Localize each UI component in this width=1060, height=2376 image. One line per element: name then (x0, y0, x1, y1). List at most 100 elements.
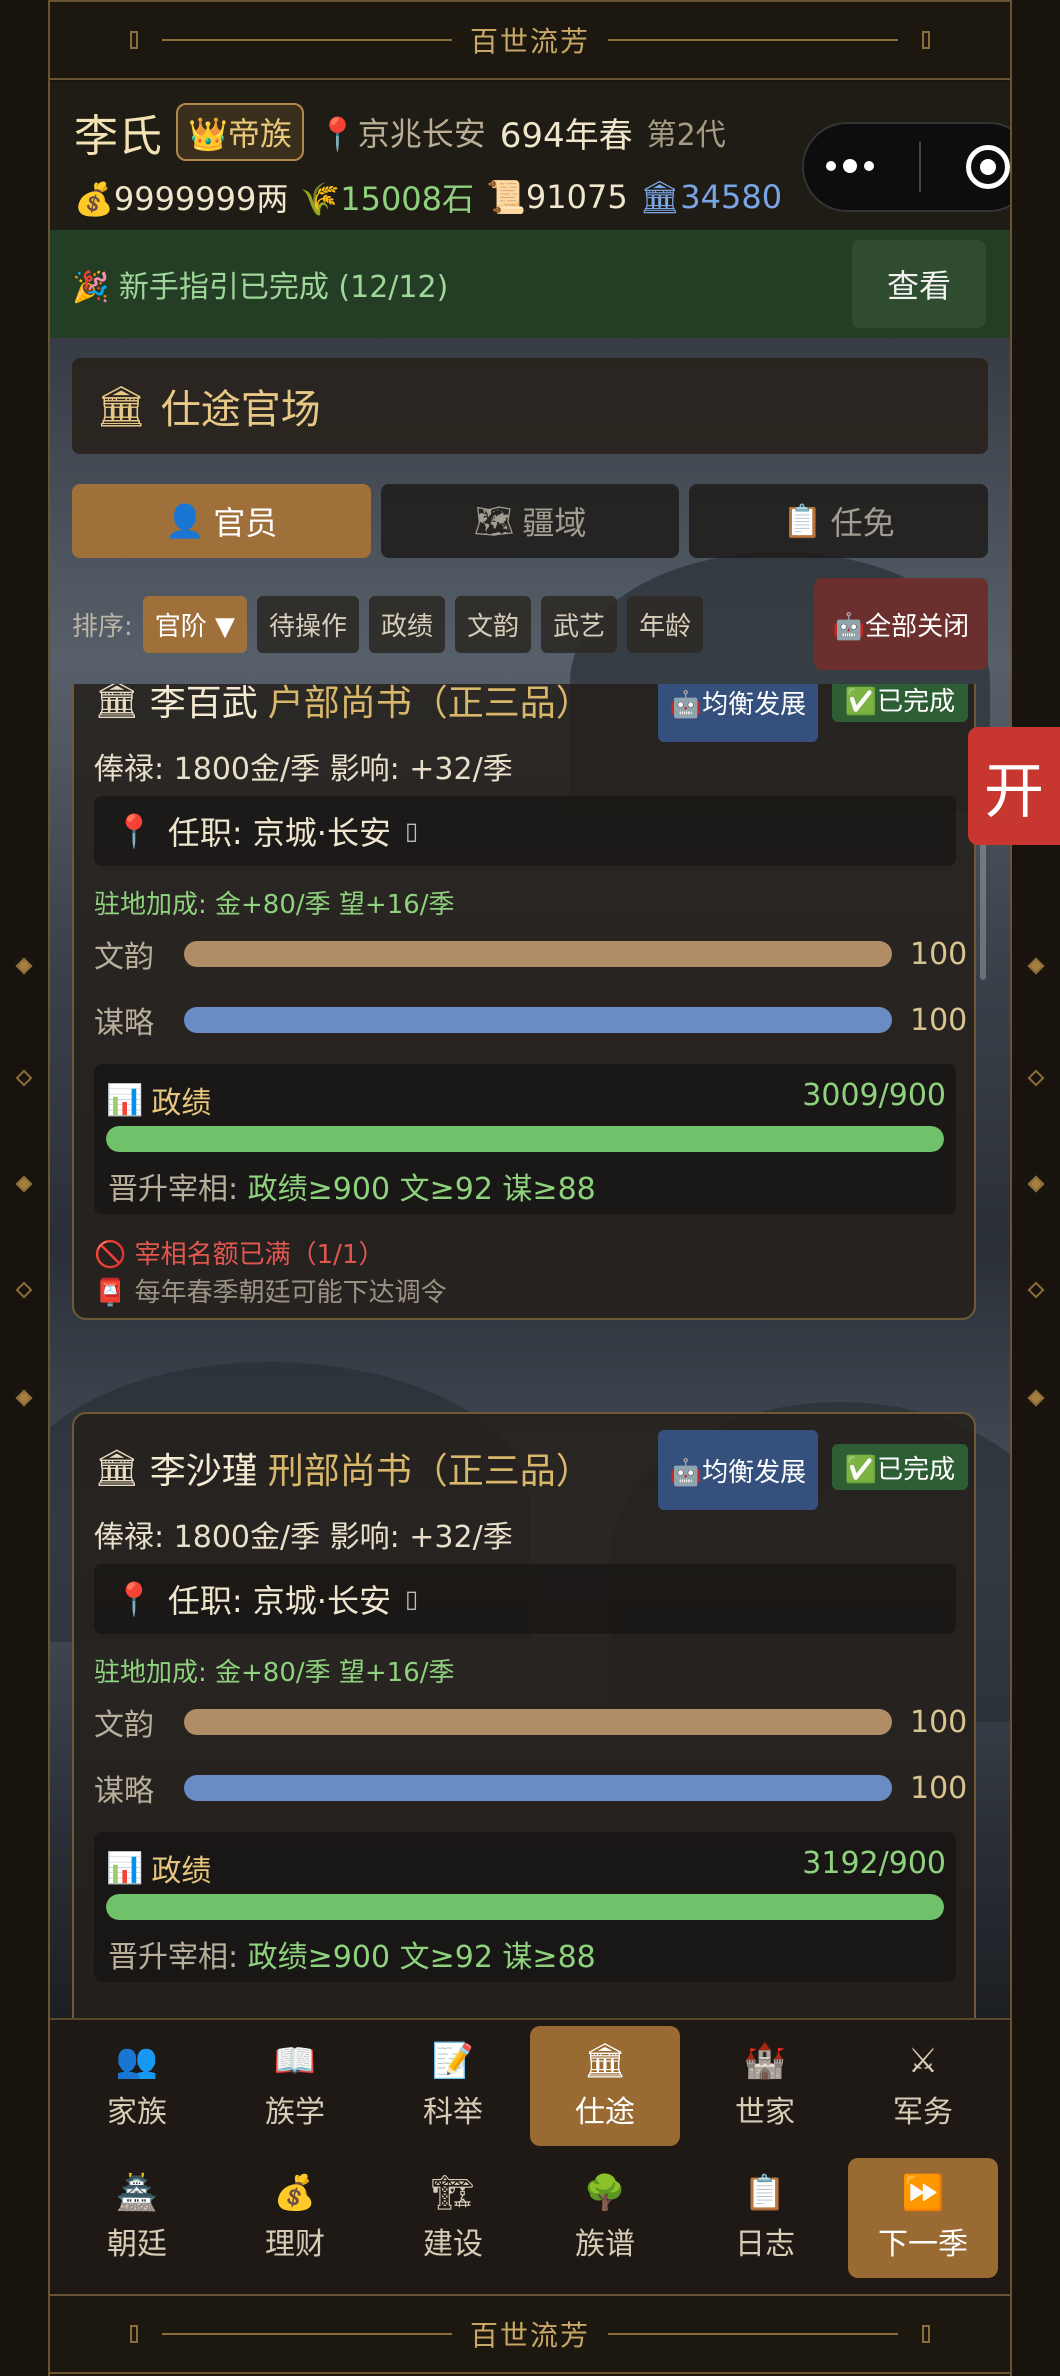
location: 📍京兆长安 (317, 115, 486, 153)
sort-literary[interactable]: 文韵 (455, 596, 532, 653)
tab-bar: 👤 官员 🗺 疆域 📋 任免 (72, 484, 989, 558)
section-title: 仕途官场 (160, 387, 321, 433)
prestige: 🏛34580 (639, 178, 783, 216)
strategy-tag[interactable]: 🤖均衡发展 (658, 1430, 818, 1510)
official-name: 李百武 (149, 684, 258, 724)
tab-territory[interactable]: 🗺 疆域 (380, 484, 680, 558)
official-card: 🏛 李百武 户部尚书（正三品） 🤖均衡发展 ✅已完成 俸禄: 1800金/季 影响:… (72, 684, 976, 1320)
app-frame: 百世流芳 李氏 👑帝族 📍京兆长安 694年春 第2代 💰9999999两 🌾1… (0, 0, 1060, 2376)
bottom-nav: 👥 家族 📖 族学 📝 科举 🏛 仕途 🏰 世家 ⚔ 军务 🏯 朝廷 💰 理财 🏗 建设 🌳 族谱 … (50, 2018, 1010, 2294)
nav-finance[interactable]: 💰 理财 (220, 2158, 370, 2278)
sort-performance[interactable]: 政绩 (369, 596, 446, 653)
person-icon: 👤 (165, 502, 206, 540)
nav-build[interactable]: 🏗 建设 (378, 2158, 528, 2278)
sort-age[interactable]: 年龄 (627, 596, 704, 653)
stat-wenyun: 文韵 100 (94, 1704, 968, 1744)
fast-forward-icon: ⏩ (901, 2173, 945, 2213)
next-season-button[interactable]: ⏩ 下一季 (848, 2158, 998, 2278)
close-target-icon[interactable] (965, 145, 1010, 189)
sort-martial[interactable]: 武艺 (541, 596, 618, 653)
tab-officials[interactable]: 👤 官员 (72, 484, 371, 558)
wenyun-bar (184, 1709, 892, 1735)
temple-icon: 🏛 (94, 684, 140, 721)
stat-moulue: 谋略 100 (94, 1002, 968, 1042)
official-post: 户部尚书（正三品） (267, 684, 592, 724)
temple-icon: 🏛 (96, 383, 147, 430)
salary-text: 俸禄: 1800金/季 影响: +32/季 (94, 1520, 513, 1555)
nav-genealogy[interactable]: 🌳 族谱 (530, 2158, 680, 2278)
left-border (0, 0, 50, 2376)
tab-appointments[interactable]: 📋 任免 (689, 484, 989, 558)
banner-title: 百世流芳 (469, 2319, 590, 2352)
memo-icon: 📝 (431, 2041, 475, 2081)
transfer-note: 📮 每年春季朝廷可能下达调令 (94, 1278, 447, 1308)
performance-panel: 📊 政绩 3192/900 晋升宰相: 政绩≥900 文≥92 谋≥88 (94, 1832, 956, 1982)
temple-icon: 🏛 (94, 1448, 140, 1489)
money: 💰9999999两 (74, 180, 289, 218)
nav-court[interactable]: 🏯 朝廷 (62, 2158, 212, 2278)
castle-icon: 🏰 (743, 2041, 787, 2081)
nav-exam[interactable]: 📝 科举 (378, 2026, 528, 2146)
scroll-icon: 📜 (486, 178, 526, 216)
map-icon: 🗺 (473, 502, 515, 540)
main-area: 李氏 👑帝族 📍京兆长安 694年春 第2代 💰9999999两 🌾15008石… (50, 82, 1010, 2018)
performance-bar (106, 1894, 944, 1920)
nav-family[interactable]: 👥 家族 (62, 2026, 212, 2146)
sort-rank[interactable]: 官阶 ▼ (142, 596, 248, 653)
station-row[interactable]: 📍 任职: 京城·长安 ▯ (94, 796, 956, 866)
crane-icon: 🏗 (431, 2173, 475, 2213)
pin-icon: 📍 (317, 115, 358, 153)
official-card: 🏛 李沙瑾 刑部尚书（正三品） 🤖均衡发展 ✅已完成 俸禄: 1800金/季 影响:… (72, 1412, 976, 2018)
sort-pending[interactable]: 待操作 (257, 596, 360, 653)
grain: 🌾15008石 (300, 180, 475, 218)
temple-icon: 🏛 (583, 2041, 627, 2081)
temple-icon: 🏛 (639, 178, 681, 216)
money-bag-icon: 💰 (273, 2173, 317, 2213)
section-header: 🏛 仕途官场 (72, 358, 988, 454)
book-icon: 📖 (273, 2041, 317, 2081)
bottom-banner: 百世流芳 (50, 2294, 1010, 2374)
official-list[interactable]: 🏛 李百武 户部尚书（正三品） 🤖均衡发展 ✅已完成 俸禄: 1800金/季 影响:… (72, 684, 988, 2018)
pin-icon: 📍 (114, 1580, 154, 1618)
status-badge: ✅已完成 (832, 684, 968, 722)
open-side-button[interactable]: 开 (968, 727, 1060, 845)
scrolls: 📜91075 (486, 178, 628, 216)
right-border (1010, 0, 1060, 2376)
performance-bar (106, 1126, 944, 1152)
view-button[interactable]: 查看 (852, 240, 986, 328)
more-icon[interactable] (826, 159, 875, 173)
station-bonus: 驻地加成: 金+80/季 望+16/季 (94, 890, 455, 920)
tree-icon: 🌳 (583, 2173, 627, 2213)
status-badge: ✅已完成 (832, 1444, 968, 1490)
swords-icon: ⚔ (907, 2041, 939, 2081)
nav-career[interactable]: 🏛 仕途 (530, 2026, 680, 2146)
money-bag-icon: 💰 (74, 180, 114, 218)
edit-icon: ▯ (404, 817, 419, 845)
family-icon: 👥 (115, 2041, 159, 2081)
moulue-bar (184, 1007, 892, 1033)
close-all-button[interactable]: 🤖全部关闭 (814, 578, 988, 670)
official-post: 刑部尚书（正三品） (267, 1451, 592, 1492)
station-row[interactable]: 📍 任职: 京城·长安 ▯ (94, 1564, 956, 1634)
nav-military[interactable]: ⚔ 军务 (848, 2026, 998, 2146)
nav-log[interactable]: 📋 日志 (690, 2158, 840, 2278)
sort-label: 排序: (72, 612, 133, 642)
year: 694年春 (499, 115, 633, 156)
grain-icon: 🌾 (300, 180, 341, 218)
performance-panel: 📊 政绩 3009/900 晋升宰相: 政绩≥900 文≥92 谋≥88 (94, 1064, 956, 1214)
stat-moulue: 谋略 100 (94, 1770, 968, 1810)
performance-fill (106, 1126, 944, 1152)
strategy-tag[interactable]: 🤖均衡发展 (658, 684, 818, 742)
edit-icon: ▯ (404, 1585, 419, 1613)
chart-icon: 📊 (106, 1850, 144, 1886)
clipboard-icon: 📋 (743, 2173, 787, 2213)
nav-school[interactable]: 📖 族学 (220, 2026, 370, 2146)
chart-icon: 📊 (106, 1082, 144, 1118)
station-bonus: 驻地加成: 金+80/季 望+16/季 (94, 1658, 455, 1688)
wenyun-bar (184, 941, 892, 967)
performance-fill (106, 1894, 944, 1920)
banner-title: 百世流芳 (469, 25, 590, 58)
official-name: 李沙瑾 (149, 1451, 258, 1492)
status-header: 李氏 👑帝族 📍京兆长安 694年春 第2代 💰9999999两 🌾15008石… (50, 82, 1010, 230)
nav-clans[interactable]: 🏰 世家 (690, 2026, 840, 2146)
